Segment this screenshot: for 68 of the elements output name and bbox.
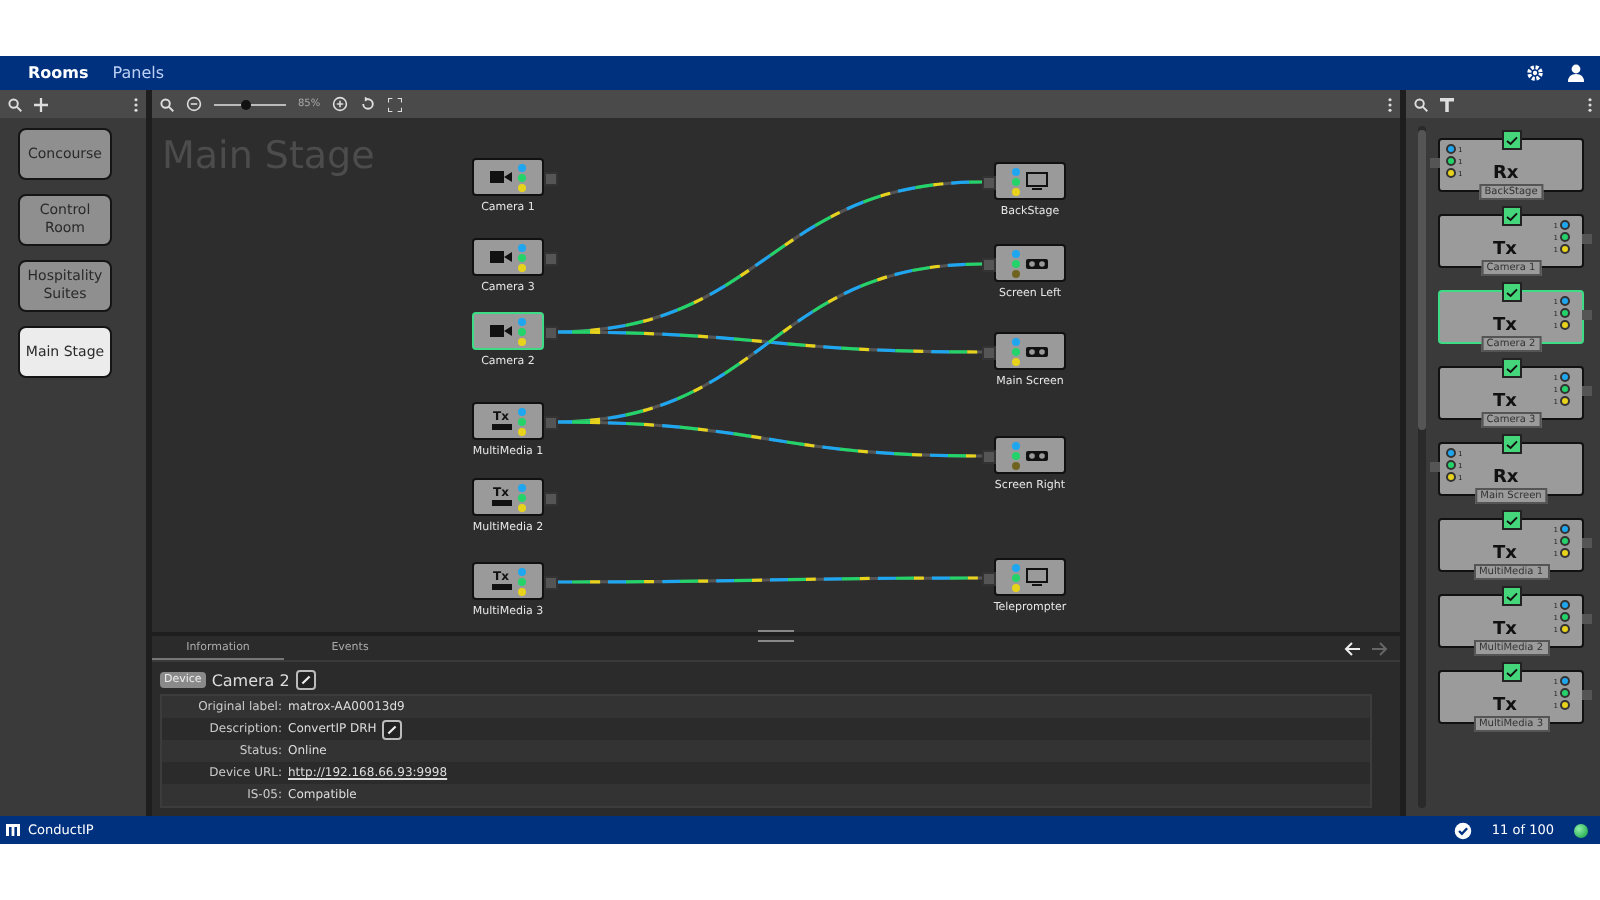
edit-button[interactable] xyxy=(382,719,403,739)
zoom-in-icon[interactable] xyxy=(332,96,349,112)
user-icon[interactable] xyxy=(1568,64,1584,82)
pencil-icon xyxy=(299,674,312,686)
add-icon[interactable] xyxy=(34,97,48,111)
port-connector xyxy=(1582,386,1592,396)
device-type-label: Rx xyxy=(1493,468,1519,488)
device-type-label: Tx xyxy=(1493,392,1517,412)
slider-thumb[interactable] xyxy=(241,99,252,109)
signal-route[interactable] xyxy=(553,420,983,458)
device-name: Camera 2 xyxy=(211,671,290,689)
projector-icon xyxy=(1026,345,1048,357)
device-bar-icon xyxy=(491,500,511,506)
device-type-label: Tx xyxy=(1493,696,1517,716)
device-type-label: Tx xyxy=(1493,316,1517,336)
search-icon[interactable] xyxy=(1414,97,1428,111)
monitor-icon xyxy=(1026,172,1048,190)
signal-route[interactable] xyxy=(554,330,982,354)
resize-handle[interactable] xyxy=(758,630,794,642)
port-connector xyxy=(1582,614,1592,624)
checkbox[interactable] xyxy=(1501,358,1521,378)
back-arrow-icon[interactable] xyxy=(1344,636,1360,660)
nav-tab[interactable]: Panels xyxy=(112,64,164,82)
checkbox[interactable] xyxy=(1501,662,1521,682)
checkbox[interactable] xyxy=(1501,130,1521,150)
port-connector xyxy=(1430,462,1440,472)
device-type-label: Tx xyxy=(1493,620,1517,640)
checkbox[interactable] xyxy=(1501,586,1521,606)
zoom-out-icon[interactable] xyxy=(186,96,202,112)
device-type-label: Tx xyxy=(1493,240,1517,260)
pencil-icon xyxy=(386,723,399,735)
device-bar-icon xyxy=(491,584,511,590)
projector-icon xyxy=(1026,449,1048,461)
checkbox[interactable] xyxy=(1501,282,1521,302)
video-camera-icon xyxy=(490,250,512,264)
filter-icon[interactable] xyxy=(1440,97,1454,111)
video-camera-icon xyxy=(490,170,512,184)
logo-icon xyxy=(6,824,20,836)
device-type-label: Rx xyxy=(1493,164,1519,184)
search-icon[interactable] xyxy=(8,97,22,111)
search-icon[interactable] xyxy=(160,97,174,111)
port-connector xyxy=(1430,158,1440,168)
port-connector xyxy=(1582,538,1592,548)
device-bar-icon xyxy=(491,424,511,430)
device-type-label: Tx xyxy=(1493,544,1517,564)
settings-icon[interactable] xyxy=(1526,64,1544,82)
checkbox[interactable] xyxy=(1501,206,1521,226)
receiver-node[interactable] xyxy=(994,332,1066,370)
edit-button[interactable] xyxy=(295,670,316,690)
sender-node[interactable] xyxy=(472,238,544,276)
video-camera-icon xyxy=(490,324,512,338)
checkbox[interactable] xyxy=(1501,510,1521,530)
reset-icon[interactable] xyxy=(360,96,377,112)
receiver-node[interactable] xyxy=(994,436,1066,474)
port-connector xyxy=(1582,234,1592,244)
checkbox[interactable] xyxy=(1501,434,1521,454)
fit-screen-icon[interactable] xyxy=(388,97,403,111)
monitor-icon xyxy=(1026,568,1048,586)
receiver-node[interactable] xyxy=(994,162,1066,200)
receiver-node[interactable] xyxy=(994,558,1066,596)
nav-tab[interactable]: Rooms xyxy=(28,64,89,82)
verified-check-icon xyxy=(1453,821,1472,839)
receiver-node[interactable] xyxy=(994,244,1066,282)
port-connector xyxy=(1582,690,1592,700)
sender-node[interactable] xyxy=(472,158,544,196)
signal-route[interactable] xyxy=(554,576,982,584)
port-connector xyxy=(1582,310,1592,320)
projector-icon xyxy=(1026,257,1048,269)
